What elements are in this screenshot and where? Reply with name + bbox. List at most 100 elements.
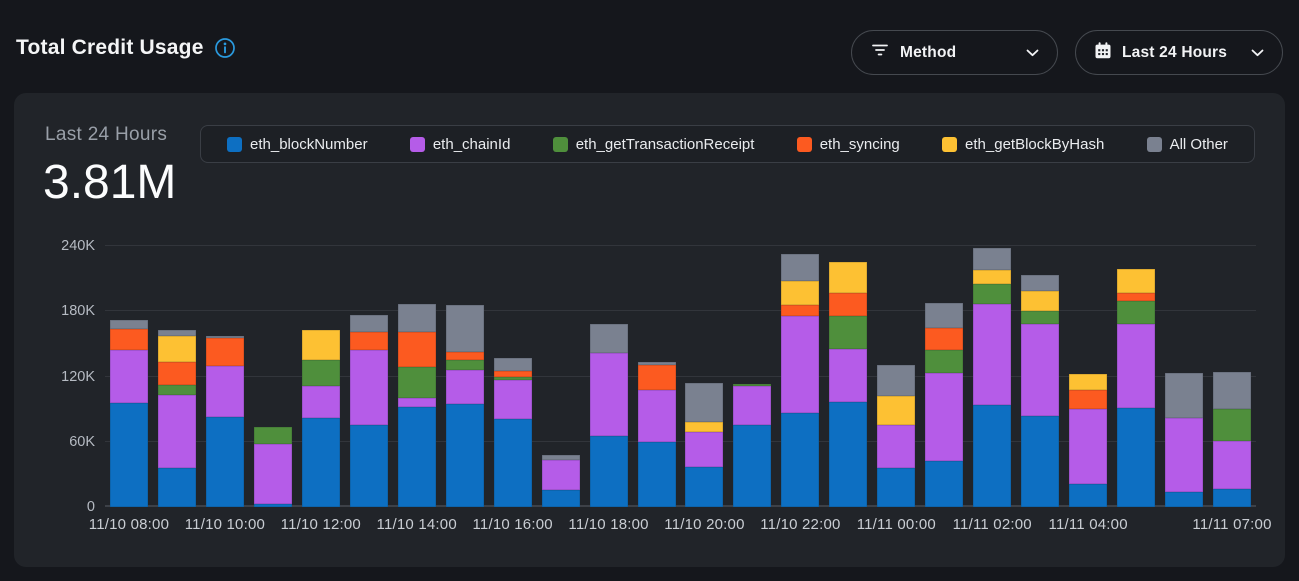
legend-item-eth-getblockbyhash[interactable]: eth_getBlockByHash	[942, 136, 1104, 153]
bar-segment-eth-blocknumber[interactable]	[638, 442, 676, 507]
bar-segment-eth-gettransactionreceipt[interactable]	[446, 360, 484, 370]
bar-11-11-05-00[interactable]	[1117, 269, 1155, 507]
bar-segment-all-other[interactable]	[1165, 373, 1203, 418]
bar-segment-eth-blocknumber[interactable]	[110, 403, 148, 507]
bar-segment-eth-gettransactionreceipt[interactable]	[1117, 301, 1155, 324]
bar-segment-eth-getblockbyhash[interactable]	[1021, 291, 1059, 312]
bar-11-10-21-00[interactable]	[733, 384, 771, 507]
legend-item-eth-blocknumber[interactable]: eth_blockNumber	[227, 136, 368, 153]
bar-segment-eth-syncing[interactable]	[206, 338, 244, 365]
bar-segment-eth-syncing[interactable]	[446, 352, 484, 361]
bar-segment-eth-gettransactionreceipt[interactable]	[158, 385, 196, 395]
bar-segment-eth-chainid[interactable]	[685, 432, 723, 467]
bar-segment-eth-chainid[interactable]	[542, 460, 580, 489]
bar-11-10-14-00[interactable]	[398, 304, 436, 507]
bar-segment-eth-getblockbyhash[interactable]	[973, 270, 1011, 284]
bar-segment-eth-gettransactionreceipt[interactable]	[1213, 409, 1251, 441]
bar-segment-eth-gettransactionreceipt[interactable]	[973, 284, 1011, 304]
bar-segment-all-other[interactable]	[781, 254, 819, 281]
bar-segment-all-other[interactable]	[350, 315, 388, 332]
bar-11-10-11-00[interactable]	[254, 427, 292, 507]
bar-segment-eth-blocknumber[interactable]	[254, 504, 292, 507]
bar-segment-eth-chainid[interactable]	[254, 444, 292, 504]
bar-11-10-08-00[interactable]	[110, 320, 148, 507]
bar-segment-eth-chainid[interactable]	[494, 380, 532, 419]
bar-segment-eth-blocknumber[interactable]	[158, 468, 196, 507]
bar-segment-eth-getblockbyhash[interactable]	[302, 330, 340, 360]
bar-segment-eth-gettransactionreceipt[interactable]	[1021, 311, 1059, 324]
bar-segment-eth-chainid[interactable]	[158, 395, 196, 468]
bar-segment-eth-getblockbyhash[interactable]	[877, 396, 915, 425]
bar-segment-eth-chainid[interactable]	[829, 349, 867, 401]
bar-segment-eth-blocknumber[interactable]	[685, 467, 723, 507]
bar-11-10-16-00[interactable]	[494, 358, 532, 507]
bar-11-10-19-00[interactable]	[638, 362, 676, 507]
bar-segment-eth-blocknumber[interactable]	[973, 405, 1011, 507]
bar-segment-eth-blocknumber[interactable]	[398, 407, 436, 507]
bar-11-10-23-00[interactable]	[829, 262, 867, 507]
legend-item-eth-chainid[interactable]: eth_chainId	[410, 136, 511, 153]
bar-segment-all-other[interactable]	[877, 365, 915, 397]
bar-segment-eth-chainid[interactable]	[733, 386, 771, 425]
bar-11-11-06-00[interactable]	[1165, 373, 1203, 507]
bar-11-10-17-00[interactable]	[542, 455, 580, 507]
bar-segment-eth-blocknumber[interactable]	[1069, 484, 1107, 507]
bar-segment-eth-blocknumber[interactable]	[1117, 408, 1155, 507]
bar-segment-all-other[interactable]	[110, 320, 148, 329]
bar-segment-all-other[interactable]	[590, 324, 628, 352]
bar-segment-eth-getblockbyhash[interactable]	[685, 422, 723, 432]
bar-segment-all-other[interactable]	[446, 305, 484, 352]
bar-segment-eth-chainid[interactable]	[1117, 324, 1155, 408]
bar-11-10-10-00[interactable]	[206, 336, 244, 507]
bar-segment-eth-gettransactionreceipt[interactable]	[925, 350, 963, 373]
bar-segment-eth-gettransactionreceipt[interactable]	[302, 360, 340, 386]
bar-segment-eth-chainid[interactable]	[638, 390, 676, 442]
bar-segment-eth-blocknumber[interactable]	[1165, 492, 1203, 507]
bar-segment-all-other[interactable]	[494, 358, 532, 371]
info-icon[interactable]	[214, 37, 236, 59]
bar-segment-eth-chainid[interactable]	[973, 304, 1011, 405]
bar-segment-eth-blocknumber[interactable]	[1021, 416, 1059, 507]
bar-segment-eth-syncing[interactable]	[781, 305, 819, 316]
bar-segment-eth-syncing[interactable]	[350, 332, 388, 350]
bar-segment-eth-gettransactionreceipt[interactable]	[829, 316, 867, 350]
bar-11-10-18-00[interactable]	[590, 324, 628, 507]
bar-segment-eth-chainid[interactable]	[1165, 418, 1203, 492]
bar-11-10-09-00[interactable]	[158, 330, 196, 507]
bar-11-11-07-00[interactable]	[1213, 372, 1251, 507]
bar-segment-eth-getblockbyhash[interactable]	[158, 336, 196, 362]
bar-segment-eth-blocknumber[interactable]	[925, 461, 963, 507]
bar-11-10-15-00[interactable]	[446, 305, 484, 507]
bar-segment-eth-syncing[interactable]	[110, 329, 148, 351]
bar-11-10-22-00[interactable]	[781, 254, 819, 507]
bar-segment-eth-syncing[interactable]	[398, 332, 436, 367]
bar-segment-eth-chainid[interactable]	[1021, 324, 1059, 415]
bar-11-10-13-00[interactable]	[350, 315, 388, 507]
bar-segment-eth-syncing[interactable]	[925, 328, 963, 351]
method-filter-dropdown[interactable]: Method	[851, 30, 1058, 75]
bar-segment-all-other[interactable]	[925, 303, 963, 328]
bar-segment-eth-chainid[interactable]	[398, 398, 436, 407]
bar-segment-eth-chainid[interactable]	[302, 386, 340, 418]
time-range-dropdown[interactable]: Last 24 Hours	[1075, 30, 1283, 75]
bar-segment-eth-blocknumber[interactable]	[350, 425, 388, 507]
bar-segment-eth-getblockbyhash[interactable]	[1117, 269, 1155, 293]
bar-11-11-00-00[interactable]	[877, 365, 915, 507]
bar-segment-eth-blocknumber[interactable]	[829, 402, 867, 507]
bar-segment-eth-blocknumber[interactable]	[206, 417, 244, 507]
bar-segment-eth-gettransactionreceipt[interactable]	[254, 427, 292, 444]
bar-segment-eth-chainid[interactable]	[446, 370, 484, 404]
bar-segment-all-other[interactable]	[1213, 372, 1251, 409]
bar-segment-eth-blocknumber[interactable]	[302, 418, 340, 507]
bar-segment-eth-blocknumber[interactable]	[590, 436, 628, 507]
bar-segment-all-other[interactable]	[973, 248, 1011, 270]
bar-segment-eth-getblockbyhash[interactable]	[829, 262, 867, 292]
bar-segment-eth-chainid[interactable]	[877, 425, 915, 467]
bar-11-11-02-00[interactable]	[973, 248, 1011, 507]
bar-segment-eth-blocknumber[interactable]	[494, 419, 532, 507]
bar-segment-eth-syncing[interactable]	[1117, 293, 1155, 302]
legend-item-eth-syncing[interactable]: eth_syncing	[797, 136, 900, 153]
bar-segment-eth-chainid[interactable]	[350, 350, 388, 425]
bar-segment-eth-gettransactionreceipt[interactable]	[398, 367, 436, 399]
bar-segment-eth-chainid[interactable]	[206, 366, 244, 417]
